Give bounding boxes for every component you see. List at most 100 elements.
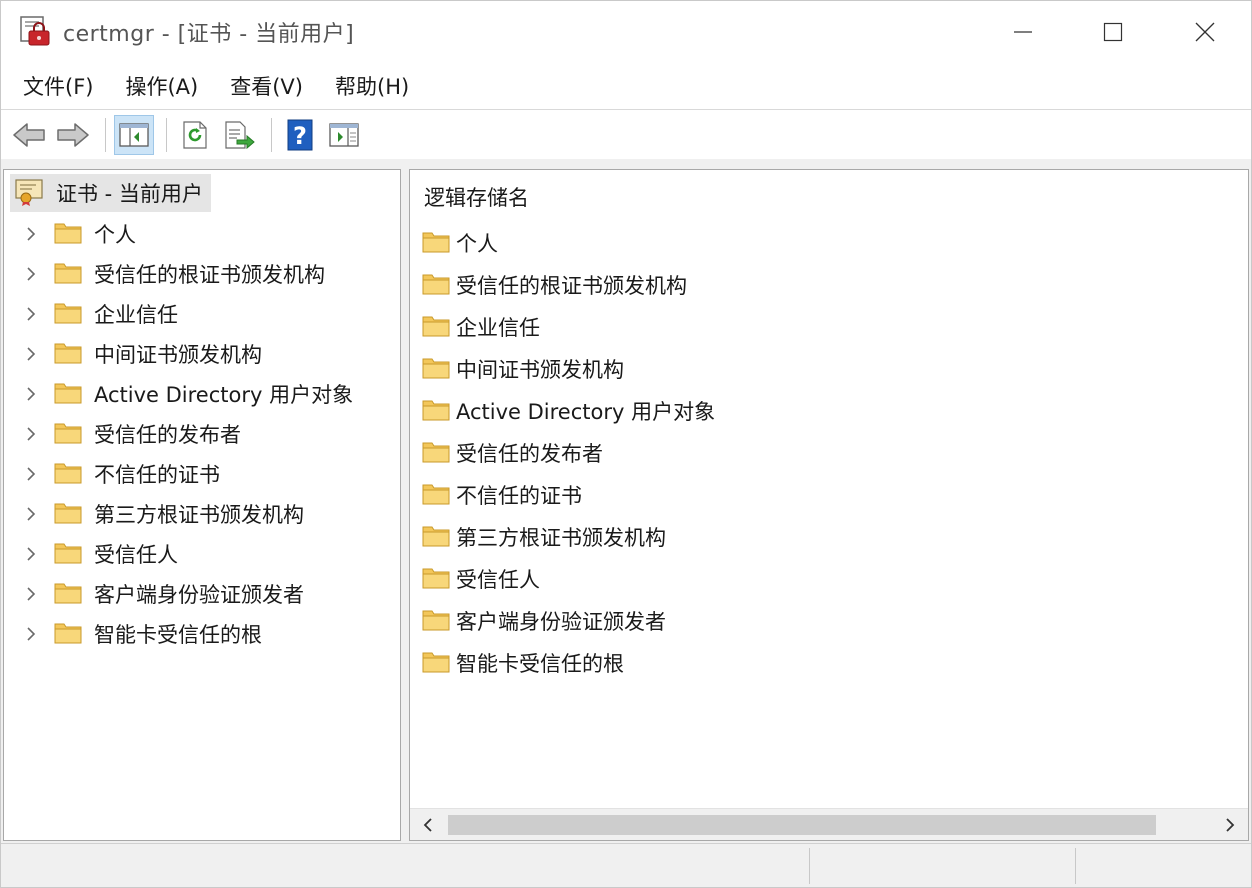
minimize-button[interactable]	[977, 1, 1069, 63]
menu-action[interactable]: 操作(A)	[113, 65, 210, 107]
list-item[interactable]: 客户端身份验证颁发者	[422, 600, 715, 642]
list-item-label: 第三方根证书颁发机构	[456, 526, 666, 550]
console-tree-pane: 证书 - 当前用户 个人 受信任的根证书颁发机构 企业信任 中间证书颁发机构 A…	[3, 169, 401, 841]
tree-item[interactable]: 企业信任	[4, 294, 400, 334]
content-area: 证书 - 当前用户 个人 受信任的根证书颁发机构 企业信任 中间证书颁发机构 A…	[1, 159, 1251, 843]
tree-root-label: 证书 - 当前用户	[56, 182, 203, 206]
help-button[interactable]: ?	[280, 115, 320, 155]
folder-icon	[54, 220, 82, 248]
refresh-button[interactable]	[175, 115, 215, 155]
tree-item[interactable]: 客户端身份验证颁发者	[4, 574, 400, 614]
menu-bar: 文件(F) 操作(A) 查看(V) 帮助(H)	[1, 63, 1251, 109]
tree-item-label: 第三方根证书颁发机构	[94, 503, 304, 527]
list-item-label: 不信任的证书	[456, 484, 582, 508]
show-hide-console-tree-icon	[119, 122, 149, 147]
column-header-logical-store-name[interactable]: 逻辑存储名	[424, 182, 529, 212]
chevron-right-icon[interactable]	[22, 626, 40, 642]
chevron-right-icon[interactable]	[22, 226, 40, 242]
chevron-right-icon[interactable]	[22, 306, 40, 322]
folder-icon	[422, 481, 450, 509]
tree-item-label: 中间证书颁发机构	[94, 343, 262, 367]
folder-icon	[422, 355, 450, 383]
show-hide-console-tree-button[interactable]	[114, 114, 154, 155]
list-item-label: 个人	[456, 232, 498, 256]
tree-item-label: 受信任人	[94, 543, 178, 567]
tree-item[interactable]: 个人	[4, 214, 400, 254]
list-item[interactable]: 受信任人	[422, 558, 715, 600]
tree-item-label: Active Directory 用户对象	[94, 383, 354, 407]
maximize-button[interactable]	[1067, 1, 1159, 63]
tree-item[interactable]: 智能卡受信任的根	[4, 614, 400, 654]
chevron-right-icon[interactable]	[22, 466, 40, 482]
tree-item-label: 客户端身份验证颁发者	[94, 583, 304, 607]
folder-icon	[422, 397, 450, 425]
folder-icon	[422, 649, 450, 677]
close-icon	[1195, 22, 1215, 42]
title-bar: certmgr - [证书 - 当前用户]	[1, 1, 1251, 63]
chevron-right-icon[interactable]	[22, 426, 40, 442]
list-item[interactable]: 中间证书颁发机构	[422, 348, 715, 390]
list-item[interactable]: 不信任的证书	[422, 474, 715, 516]
list-item-label: 受信任人	[456, 568, 540, 592]
list-item[interactable]: Active Directory 用户对象	[422, 390, 715, 432]
tree-item[interactable]: 受信任的发布者	[4, 414, 400, 454]
back-arrow-icon	[13, 122, 45, 147]
tree-item[interactable]: 不信任的证书	[4, 454, 400, 494]
folder-icon	[422, 271, 450, 299]
list-item-label: 受信任的根证书颁发机构	[456, 274, 687, 298]
folder-icon	[54, 340, 82, 368]
forward-arrow-icon	[57, 122, 89, 147]
back-button[interactable]	[9, 115, 49, 155]
chevron-right-icon[interactable]	[22, 386, 40, 402]
tree-item[interactable]: 受信任人	[4, 534, 400, 574]
scroll-left-button[interactable]	[410, 809, 446, 840]
close-button[interactable]	[1159, 1, 1251, 63]
tree-item[interactable]: Active Directory 用户对象	[4, 374, 400, 414]
list-item[interactable]: 智能卡受信任的根	[422, 642, 715, 684]
maximize-icon	[1103, 22, 1123, 42]
folder-icon	[54, 500, 82, 528]
folder-icon	[54, 260, 82, 288]
export-list-button[interactable]	[219, 115, 259, 155]
list-item[interactable]: 受信任的发布者	[422, 432, 715, 474]
status-divider	[1075, 848, 1076, 884]
list-item-label: 客户端身份验证颁发者	[456, 610, 666, 634]
horizontal-scrollbar[interactable]	[410, 808, 1248, 840]
list-item[interactable]: 受信任的根证书颁发机构	[422, 264, 715, 306]
chevron-right-icon[interactable]	[22, 546, 40, 562]
list-item[interactable]: 企业信任	[422, 306, 715, 348]
chevron-right-icon[interactable]	[22, 266, 40, 282]
tree-item-label: 受信任的根证书颁发机构	[94, 263, 325, 287]
chevron-right-icon[interactable]	[22, 506, 40, 522]
toolbar-separator	[166, 117, 167, 152]
minimize-icon	[1014, 31, 1032, 33]
tree-item[interactable]: 第三方根证书颁发机构	[4, 494, 400, 534]
chevron-right-icon[interactable]	[22, 586, 40, 602]
help-icon: ?	[287, 119, 313, 150]
tree-item[interactable]: 受信任的根证书颁发机构	[4, 254, 400, 294]
refresh-icon	[183, 120, 207, 149]
list-item-label: 智能卡受信任的根	[456, 652, 624, 676]
chevron-left-icon	[423, 818, 432, 832]
list-item-label: Active Directory 用户对象	[456, 400, 716, 424]
menu-view[interactable]: 查看(V)	[218, 65, 315, 107]
list-item[interactable]: 第三方根证书颁发机构	[422, 516, 715, 558]
chevron-right-icon	[1226, 818, 1235, 832]
toolbar-separator	[105, 117, 106, 152]
scroll-right-button[interactable]	[1212, 809, 1248, 840]
toolbar-separator	[271, 117, 272, 152]
list-item-label: 受信任的发布者	[456, 442, 603, 466]
list-item[interactable]: 个人	[422, 222, 715, 264]
certmgr-window: certmgr - [证书 - 当前用户] 文件(F) 操作(A) 查看(V) …	[0, 0, 1252, 888]
tree-item[interactable]: 中间证书颁发机构	[4, 334, 400, 374]
menu-file[interactable]: 文件(F)	[11, 65, 105, 107]
action-pane-button[interactable]	[324, 115, 364, 155]
scrollbar-thumb[interactable]	[448, 815, 1156, 835]
forward-button[interactable]	[53, 115, 93, 155]
menu-help[interactable]: 帮助(H)	[323, 65, 421, 107]
tree-root-node[interactable]: 证书 - 当前用户	[10, 174, 211, 212]
chevron-right-icon[interactable]	[22, 346, 40, 362]
tree-item-label: 受信任的发布者	[94, 423, 241, 447]
folder-icon	[422, 565, 450, 593]
folder-icon	[54, 420, 82, 448]
